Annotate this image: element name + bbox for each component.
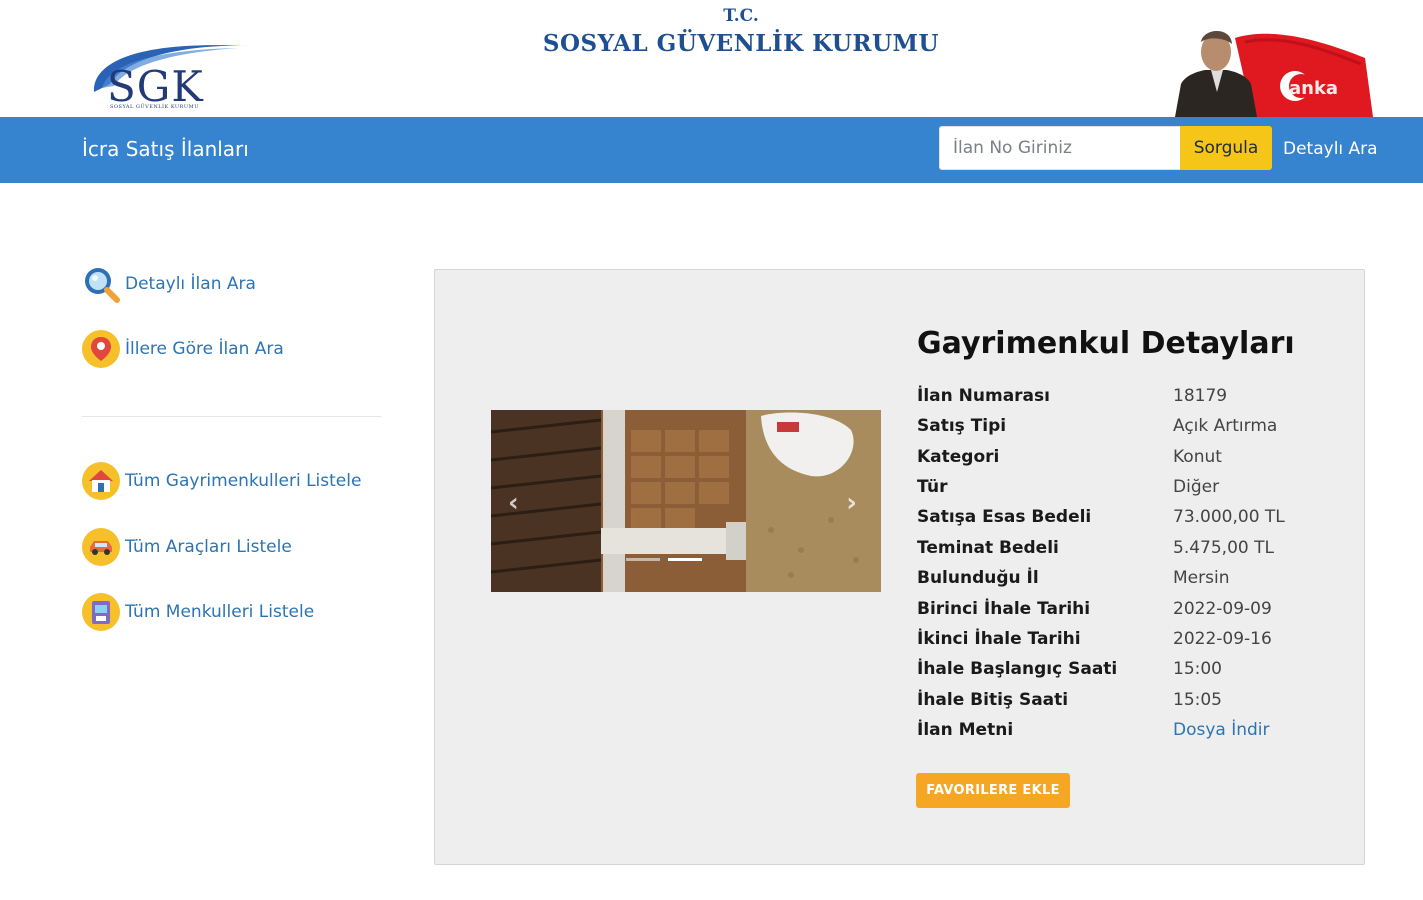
detail-row-kategori: Kategori Konut (917, 442, 1222, 472)
detail-label: İhale Bitiş Saati (917, 690, 1069, 710)
detail-value: 2022-09-09 (1173, 599, 1272, 619)
navbar-brand[interactable]: İcra Satış İlanları (82, 137, 249, 161)
car-icon (82, 528, 120, 566)
detail-title: Gayrimenkul Detayları (917, 326, 1295, 361)
property-image-carousel[interactable]: ‹ › (491, 410, 881, 592)
ilan-no-search-input[interactable] (939, 126, 1181, 170)
carousel-indicator-active[interactable] (668, 558, 702, 561)
magnifier-icon (82, 265, 120, 303)
detail-value: 18179 (1173, 386, 1228, 406)
sidebar-item-label: Tüm Gayrimenkulleri Listele (125, 471, 362, 491)
detail-label: Bulunduğu İl (917, 568, 1039, 588)
detail-row-ilan-numarasi: İlan Numarası 18179 (917, 381, 1227, 411)
detail-row-birinci-ihale-tarihi: Birinci İhale Tarihi 2022-09-09 (917, 594, 1272, 624)
detail-row-teminat-bedeli: Teminat Bedeli 5.475,00 TL (917, 533, 1274, 563)
property-photo (491, 410, 881, 592)
sidebar-item-search-by-province[interactable]: İllere Göre İlan Ara (82, 330, 284, 368)
download-file-link[interactable]: Dosya İndir (1173, 720, 1270, 740)
box-icon (82, 593, 120, 631)
sorgula-button[interactable]: Sorgula (1180, 126, 1272, 170)
detail-row-ikinci-ihale-tarihi: İkinci İhale Tarihi 2022-09-16 (917, 624, 1272, 654)
detail-label: Birinci İhale Tarihi (917, 599, 1091, 619)
detail-label: Teminat Bedeli (917, 538, 1059, 558)
detail-label: Satış Tipi (917, 416, 1007, 436)
sidebar-item-label: Detaylı İlan Ara (125, 274, 256, 294)
chevron-right-icon[interactable]: › (846, 488, 857, 518)
detail-label: Kategori (917, 447, 1000, 467)
detail-label: Tür (917, 477, 948, 497)
detail-row-ilan-metni: İlan Metni Dosya İndir (917, 715, 1270, 745)
carousel-indicator[interactable] (626, 558, 660, 561)
detail-label: İhale Başlangıç Saati (917, 659, 1118, 679)
detail-label: İlan Numarası (917, 386, 1050, 406)
sidebar-item-label: Tüm Menkulleri Listele (125, 602, 315, 622)
ataturk-flag-image: anka (1175, 31, 1373, 117)
chevron-left-icon[interactable]: ‹ (508, 488, 519, 518)
detail-row-bulundugu-il: Bulunduğu İl Mersin (917, 563, 1229, 593)
detail-value: 15:05 (1173, 690, 1222, 710)
sidebar-item-all-vehicles[interactable]: Tüm Araçları Listele (82, 528, 292, 566)
map-pin-icon (82, 330, 120, 368)
sidebar-item-all-movables[interactable]: Tüm Menkulleri Listele (82, 593, 314, 631)
detail-row-ihale-baslangic-saati: İhale Başlangıç Saati 15:00 (917, 654, 1222, 684)
detail-value: 2022-09-16 (1173, 629, 1272, 649)
sidebar-item-label: Tüm Araçları Listele (125, 537, 292, 557)
detail-row-ihale-bitis-saati: İhale Bitiş Saati 15:05 (917, 685, 1222, 715)
detail-value: 73.000,00 TL (1173, 507, 1285, 527)
detail-row-satisa-esas-bedeli: Satışa Esas Bedeli 73.000,00 TL (917, 502, 1285, 532)
detail-value: Konut (1173, 447, 1222, 467)
detail-row-tur: Tür Diğer (917, 472, 1219, 502)
detail-value: Mersin (1173, 568, 1230, 588)
detail-label: İlan Metni (917, 720, 1014, 740)
detail-row-satis-tipi: Satış Tipi Açık Artırma (917, 411, 1277, 441)
site-header: SGK SOSYAL GÜVENLİK KURUMU T.C. SOSYAL G… (0, 0, 1423, 117)
house-icon (82, 462, 120, 500)
sgk-logo-subtext: SOSYAL GÜVENLİK KURUMU (110, 104, 199, 110)
sidebar-divider (82, 416, 381, 417)
sidebar-item-all-real-estate[interactable]: Tüm Gayrimenkulleri Listele (82, 462, 361, 500)
detail-value: 15:00 (1173, 659, 1222, 679)
add-to-favorites-button[interactable]: FAVORILERE EKLE (916, 773, 1070, 808)
detail-value: Açık Artırma (1173, 416, 1278, 436)
top-navbar: İcra Satış İlanları Sorgula Detaylı Ara (0, 117, 1423, 183)
detail-label: İkinci İhale Tarihi (917, 629, 1081, 649)
detailed-search-link[interactable]: Detaylı Ara (1283, 139, 1378, 159)
sidebar-item-detailed-search[interactable]: Detaylı İlan Ara (82, 265, 256, 303)
detail-value: Diğer (1173, 477, 1220, 497)
anka-watermark: anka (1289, 78, 1338, 99)
detail-label: Satışa Esas Bedeli (917, 507, 1092, 527)
sidebar-item-label: İllere Göre İlan Ara (125, 339, 284, 359)
detail-value: 5.475,00 TL (1173, 538, 1274, 558)
